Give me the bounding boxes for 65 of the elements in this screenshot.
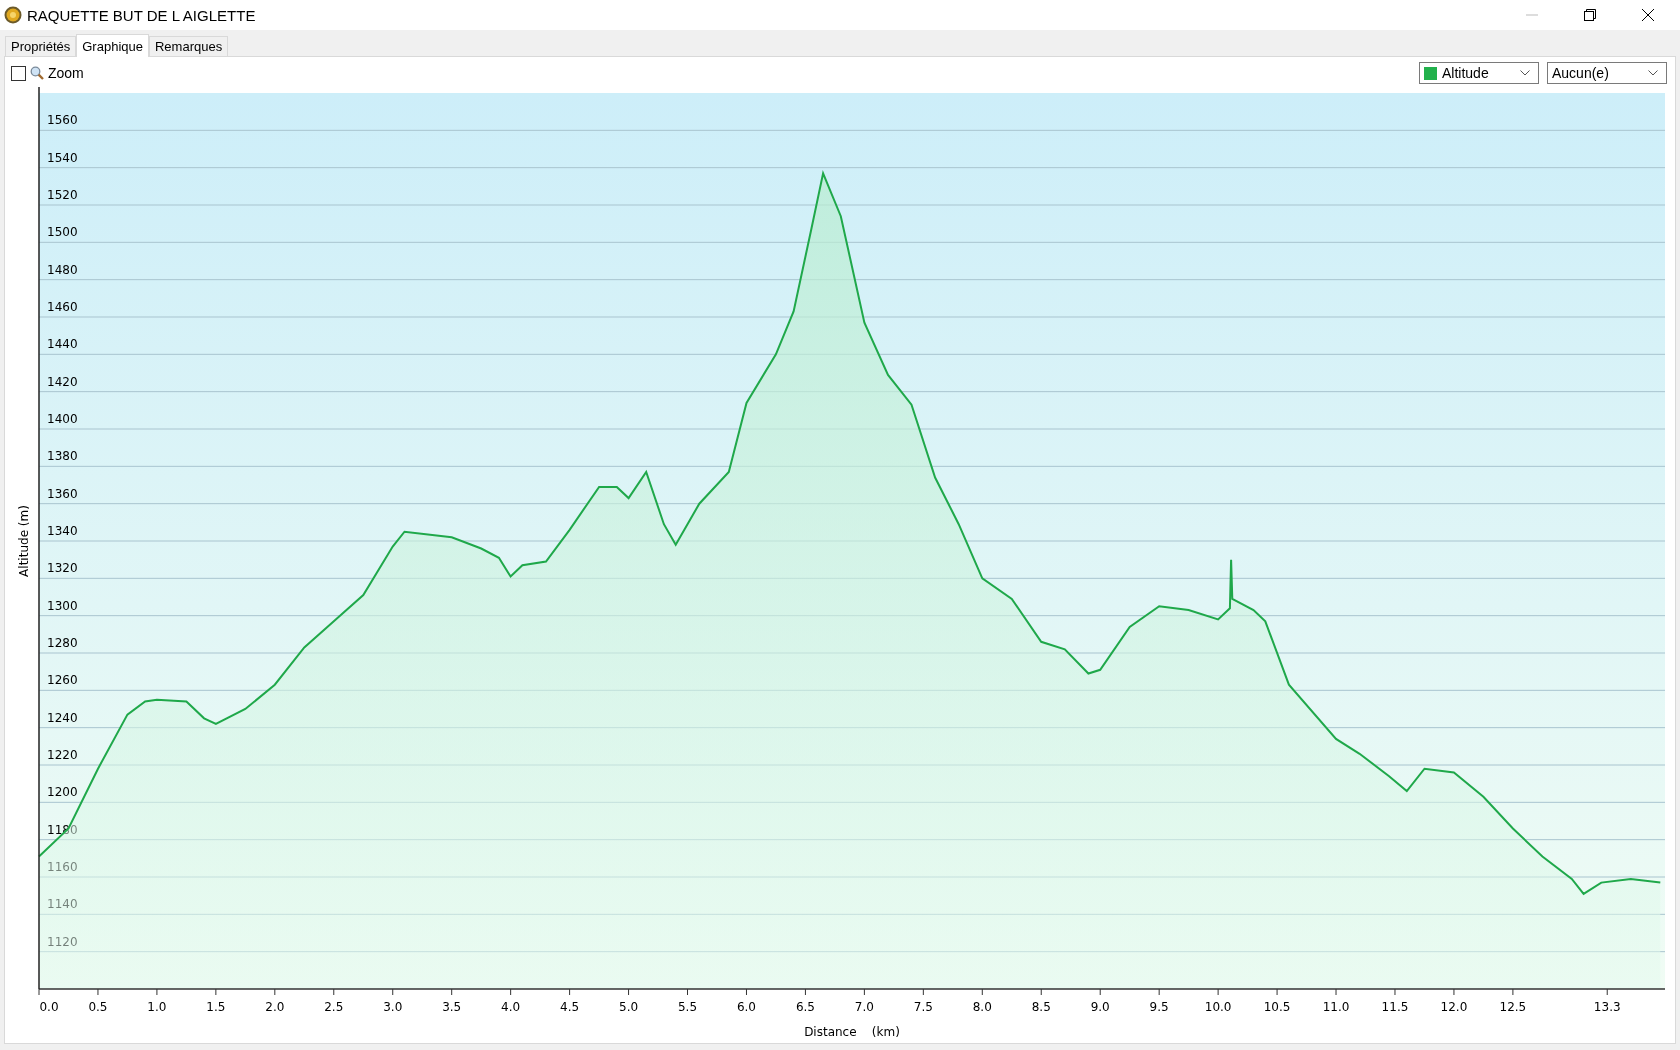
x-tick-label: 0.0 xyxy=(39,1000,59,1014)
x-tick-label: 11.0 xyxy=(1322,1000,1350,1014)
x-tick-label: 1.0 xyxy=(147,1000,167,1014)
zoom-checkbox[interactable] xyxy=(11,65,26,81)
y-axis-title: Altitude (m) xyxy=(17,505,31,577)
magnifier-icon xyxy=(30,66,44,80)
y-tick-label: 1440 xyxy=(47,337,78,352)
x-tick-label: 6.5 xyxy=(795,1000,815,1014)
x-tick-label: 9.5 xyxy=(1149,1000,1169,1014)
x-tick-label: 10.0 xyxy=(1204,1000,1232,1014)
x-tick-label: 11.5 xyxy=(1381,1000,1409,1014)
window-title: RAQUETTE BUT DE L AIGLETTE xyxy=(27,6,256,24)
x-tick-label: 10.5 xyxy=(1263,1000,1291,1014)
tab[interactable]: Propriétés xyxy=(5,36,77,56)
x-tick-label: 3.0 xyxy=(383,1000,403,1014)
restore-icon[interactable] xyxy=(1584,9,1596,21)
y-tick-label: 1120 xyxy=(47,934,78,949)
y-tick-label: 1500 xyxy=(47,225,78,240)
y-tick-label: 1280 xyxy=(47,636,78,650)
x-tick-label: 13.3 xyxy=(1593,1000,1621,1014)
y-tick-label: 1380 xyxy=(47,449,78,464)
x-tick-label: 5.0 xyxy=(619,1000,639,1014)
y-tick-label: 1400 xyxy=(47,412,78,426)
x-tick-label: 8.0 xyxy=(972,1000,992,1014)
x-tick-label: 5.5 xyxy=(677,1000,698,1014)
app-logo-icon xyxy=(4,6,22,24)
x-tick-label: 1.5 xyxy=(206,1000,226,1014)
y-tick-label: 1520 xyxy=(47,188,78,202)
x-tick-label: 9.0 xyxy=(1090,1000,1110,1014)
y-tick-label: 1460 xyxy=(47,300,78,314)
tab[interactable]: Remarques xyxy=(148,36,229,56)
y-tick-label: 1420 xyxy=(47,374,78,389)
x-tick-label: 4.5 xyxy=(560,1000,580,1014)
zoom-label: Zoom xyxy=(48,65,84,81)
x-tick-label: 3.5 xyxy=(442,1000,462,1014)
chevron-down-icon xyxy=(1648,70,1658,76)
y-tick-label: 1220 xyxy=(47,748,78,762)
x-tick-label: 7.0 xyxy=(854,1000,874,1014)
y-tick-label: 1320 xyxy=(47,561,78,576)
y-tick-label: 1560 xyxy=(47,113,78,128)
y-tick-label: 1240 xyxy=(47,710,78,725)
y-tick-label: 1340 xyxy=(47,524,78,538)
y-tick-label: 1360 xyxy=(47,486,78,501)
y-tick-label: 1140 xyxy=(47,897,78,912)
x-axis-title: Distance (km) xyxy=(804,1025,900,1039)
x-tick-label: 7.5 xyxy=(913,1000,933,1014)
chevron-down-icon xyxy=(1520,70,1530,76)
x-tick-label: 6.0 xyxy=(736,1000,756,1014)
series-dropdown[interactable]: Altitude xyxy=(1419,62,1539,84)
y-tick-label: 1300 xyxy=(47,598,78,613)
x-tick-label: 8.5 xyxy=(1031,1000,1051,1014)
x-tick-label: 12.0 xyxy=(1440,1000,1468,1014)
x-tick-label: 4.0 xyxy=(501,1000,521,1014)
y-tick-label: 1200 xyxy=(47,785,78,800)
y-tick-label: 1160 xyxy=(47,860,78,874)
y-tick-label: 1540 xyxy=(47,150,78,165)
x-tick-label: 0.5 xyxy=(88,1000,108,1014)
x-tick-label: 2.5 xyxy=(324,1000,344,1014)
secondary-dropdown[interactable]: Aucun(e) xyxy=(1547,62,1667,84)
x-tick-label: 2.0 xyxy=(265,1000,285,1014)
x-tick-label: 12.5 xyxy=(1499,1000,1527,1014)
y-tick-label: 1260 xyxy=(47,673,78,688)
y-tick-label: 1480 xyxy=(47,262,78,277)
tab[interactable]: Graphique xyxy=(76,34,149,57)
close-icon[interactable] xyxy=(1642,9,1654,21)
